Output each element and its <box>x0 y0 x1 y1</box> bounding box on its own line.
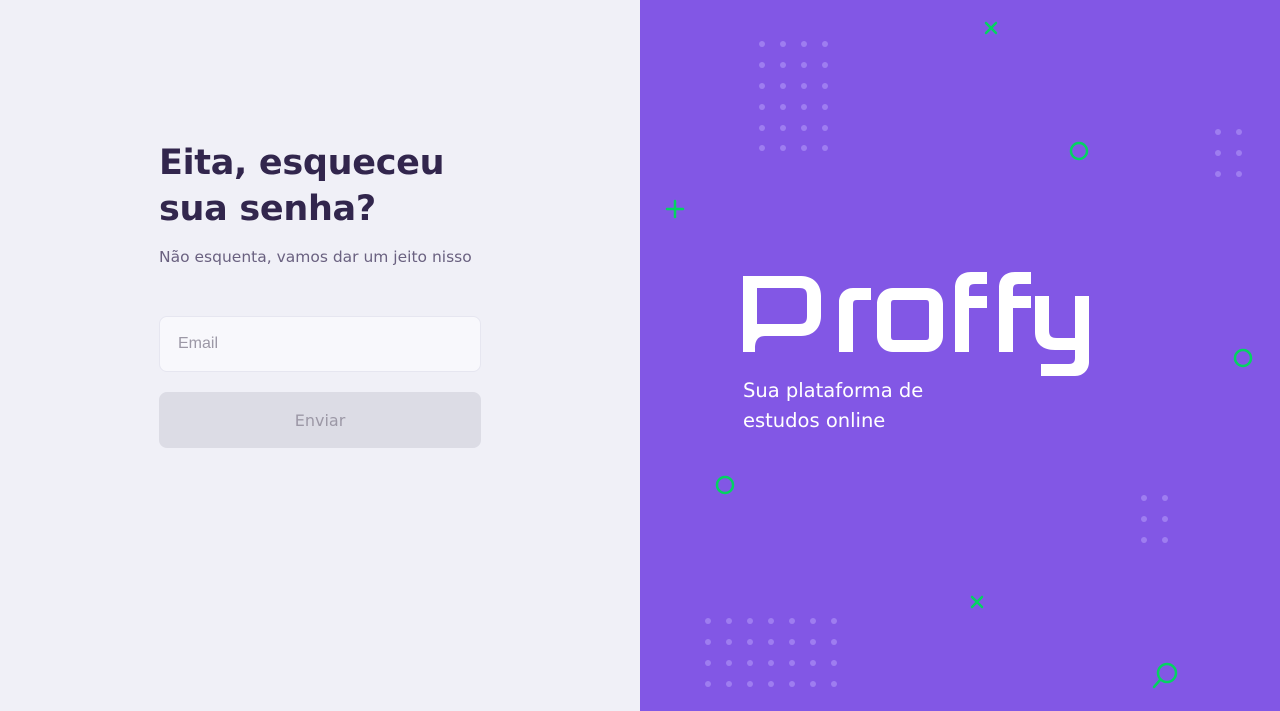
circle-icon <box>1069 141 1089 161</box>
dot-grid-bottom <box>705 618 837 687</box>
dot-grid-lower-right <box>1141 495 1168 543</box>
page-subtitle: Não esquenta, vamos dar um jeito nisso <box>159 248 472 266</box>
x-icon <box>984 21 998 35</box>
submit-button[interactable]: Enviar <box>159 392 481 448</box>
brand-panel: Sua plataforma de estudos online <box>640 0 1280 711</box>
dot-grid-top <box>759 41 828 151</box>
circle-icon <box>1233 348 1253 368</box>
plus-icon <box>665 199 685 219</box>
forgot-password-page: Eita, esqueceu sua senha? Não esquenta, … <box>0 0 1280 711</box>
email-input[interactable] <box>176 334 464 354</box>
page-title: Eita, esqueceu sua senha? <box>159 143 445 229</box>
form-panel: Eita, esqueceu sua senha? Não esquenta, … <box>0 0 640 711</box>
magnifier-icon <box>1152 662 1178 689</box>
email-field-container[interactable] <box>159 316 481 372</box>
brand-tagline: Sua plataforma de estudos online <box>743 379 924 432</box>
dot-grid-right <box>1215 129 1242 177</box>
x-icon <box>970 595 984 609</box>
forgot-password-form: Eita, esqueceu sua senha? Não esquenta, … <box>159 140 481 448</box>
circle-icon <box>715 475 735 495</box>
proffy-logo <box>743 272 1089 376</box>
